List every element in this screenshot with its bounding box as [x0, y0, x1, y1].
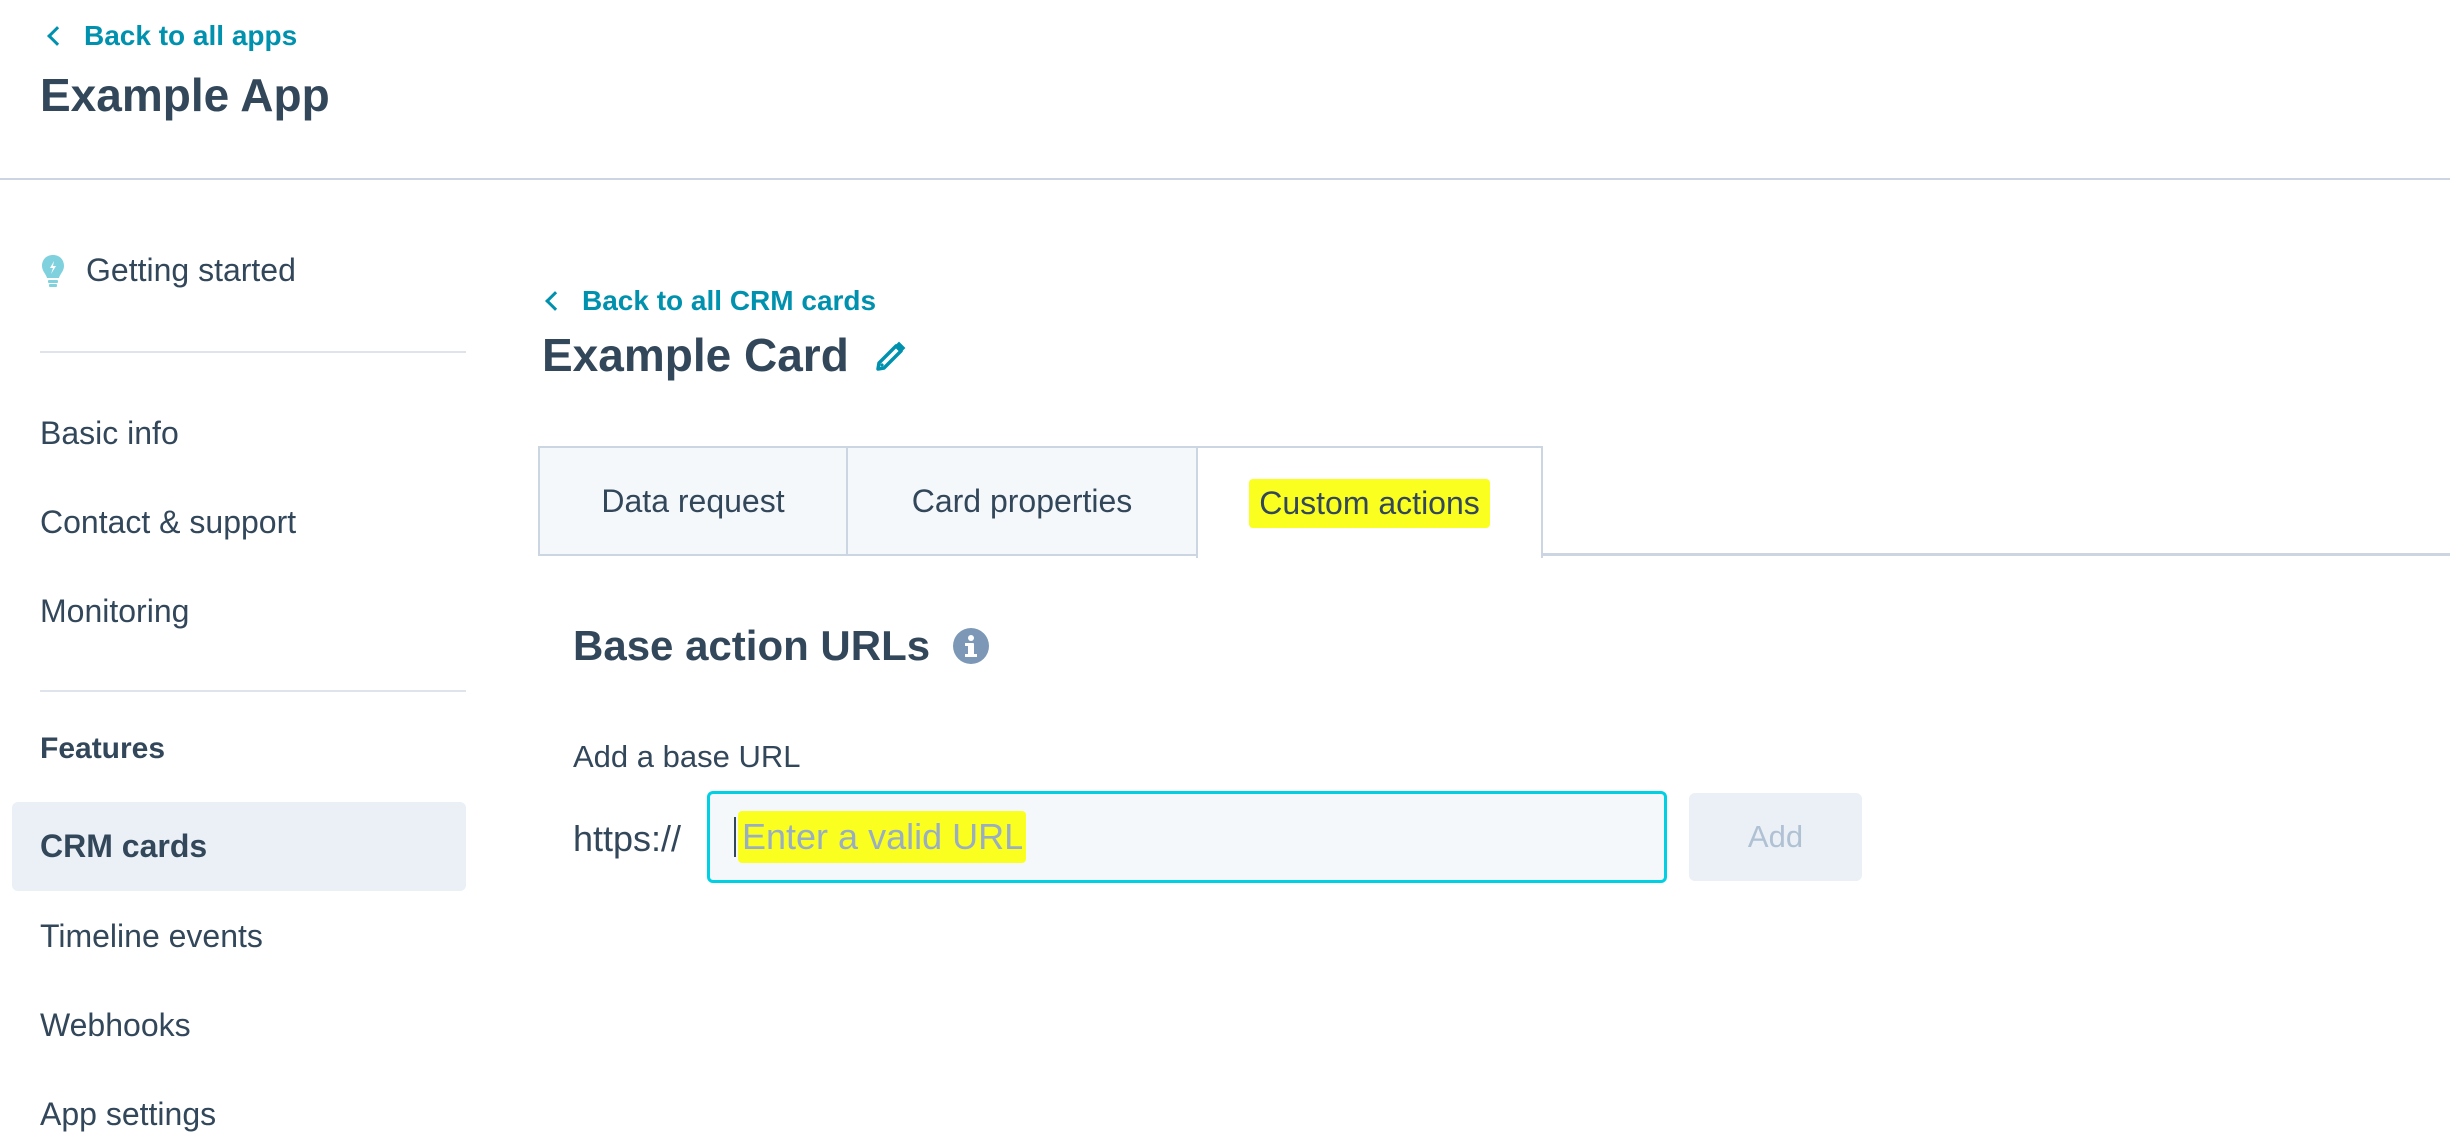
section-title-text: Base action URLs — [573, 622, 931, 669]
sidebar-item-app-settings[interactable]: App settings — [40, 1096, 216, 1133]
card-title: Example Card — [542, 328, 849, 382]
pencil-icon[interactable] — [874, 338, 908, 377]
text-caret — [734, 817, 736, 857]
tab-label: Data request — [601, 482, 785, 519]
sidebar-item-contact-support[interactable]: Contact & support — [40, 504, 296, 541]
info-icon[interactable] — [952, 627, 990, 665]
tab-label: Card properties — [911, 482, 1133, 519]
lightbulb-icon — [40, 254, 66, 288]
card-title-text: Example Card — [542, 329, 849, 381]
chevron-left-icon — [545, 291, 565, 311]
back-to-crm-cards-label: Back to all CRM cards — [582, 285, 877, 316]
sidebar-item-basic-info[interactable]: Basic info — [40, 415, 179, 452]
sidebar-item-getting-started[interactable]: Getting started — [40, 252, 296, 289]
sidebar-item-crm-cards[interactable]: CRM cards — [12, 802, 466, 891]
sidebar-item-webhooks[interactable]: Webhooks — [40, 1007, 191, 1044]
base-url-label: Add a base URL — [573, 739, 801, 774]
url-prefix: https:// — [573, 818, 682, 859]
app-header: Back to all apps Example App — [0, 0, 2450, 180]
sidebar-divider — [40, 351, 466, 353]
tab-label: Custom actions — [1249, 478, 1490, 528]
sidebar-item-label: Getting started — [86, 252, 296, 288]
back-to-apps-label: Back to all apps — [84, 20, 298, 51]
app-title: Example App — [40, 69, 330, 121]
tab-baseline — [1541, 553, 2450, 556]
sidebar-section-features: Features — [40, 732, 166, 765]
base-url-input[interactable] — [738, 811, 1026, 863]
tab-card-properties[interactable]: Card properties — [846, 446, 1198, 556]
sidebar-divider — [40, 690, 466, 692]
chevron-left-icon — [47, 26, 67, 46]
tab-data-request[interactable]: Data request — [538, 446, 848, 556]
section-title: Base action URLs — [573, 622, 990, 670]
url-input-wrapper[interactable] — [707, 791, 1667, 883]
back-to-apps-link[interactable]: Back to all apps — [44, 20, 297, 52]
sidebar-item-monitoring[interactable]: Monitoring — [40, 593, 189, 630]
sidebar-item-timeline-events[interactable]: Timeline events — [40, 918, 263, 955]
add-button[interactable]: Add — [1689, 793, 1862, 881]
back-to-crm-cards-link[interactable]: Back to all CRM cards — [542, 285, 876, 317]
tab-custom-actions[interactable]: Custom actions — [1196, 446, 1543, 558]
